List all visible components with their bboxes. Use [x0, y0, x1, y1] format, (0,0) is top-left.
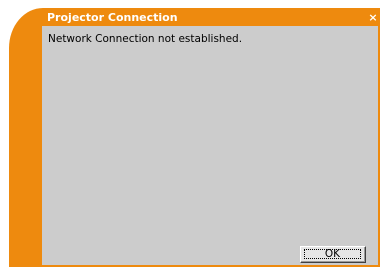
- projector-connection-window: Projector Connection × Network Connectio…: [0, 0, 380, 267]
- title-bar[interactable]: Projector Connection ×: [46, 10, 380, 26]
- ok-button-label: OK: [304, 249, 361, 259]
- status-message: Network Connection not established.: [48, 33, 243, 45]
- close-icon[interactable]: ×: [367, 10, 379, 25]
- window-title: Projector Connection: [47, 11, 178, 24]
- dialog-content: Network Connection not established. OK: [42, 26, 378, 265]
- ok-button[interactable]: OK: [300, 246, 366, 263]
